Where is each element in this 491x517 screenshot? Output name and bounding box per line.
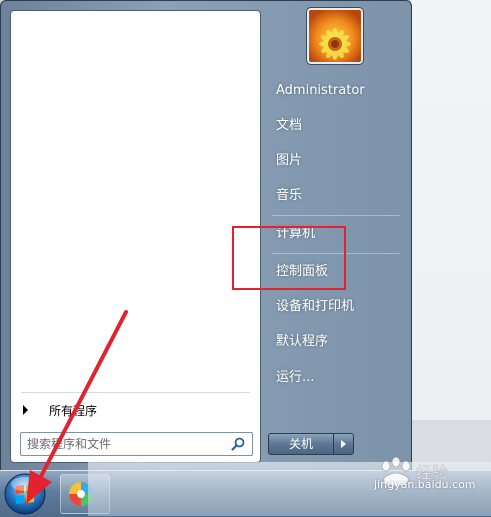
all-programs-separator (21, 392, 250, 393)
highlight-box (232, 226, 346, 290)
search-input[interactable] (21, 433, 229, 455)
shutdown-button[interactable]: 关机 (268, 433, 334, 455)
menu-separator (272, 215, 400, 216)
programs-pane: 所有程序 (10, 10, 261, 463)
menu-item-pictures[interactable]: 图片 (270, 148, 400, 174)
menu-item-documents[interactable]: 文档 (270, 113, 400, 139)
search-icon[interactable] (230, 436, 246, 452)
desktop-background (410, 0, 491, 470)
shutdown-group: 关机 (268, 433, 354, 455)
watermark-url: jingyan.baidu.com (374, 478, 476, 491)
user-avatar[interactable] (307, 8, 363, 64)
shutdown-options-button[interactable] (334, 433, 354, 455)
menu-item-run[interactable]: 运行... (270, 365, 400, 391)
search-box[interactable] (20, 432, 253, 456)
flower-avatar-icon (309, 10, 361, 62)
menu-item-devices-printers[interactable]: 设备和打印机 (270, 294, 400, 320)
menu-item-default-programs[interactable]: 默认程序 (270, 329, 400, 355)
menu-item-music[interactable]: 音乐 (270, 183, 400, 209)
triangle-right-icon (341, 440, 346, 448)
start-orb-icon[interactable] (3, 472, 47, 516)
menu-item-user[interactable]: Administrator (270, 78, 400, 104)
all-programs-label: 所有程序 (49, 403, 98, 418)
triangle-right-icon (23, 405, 28, 415)
all-programs-button[interactable]: 所有程序 (19, 399, 252, 421)
